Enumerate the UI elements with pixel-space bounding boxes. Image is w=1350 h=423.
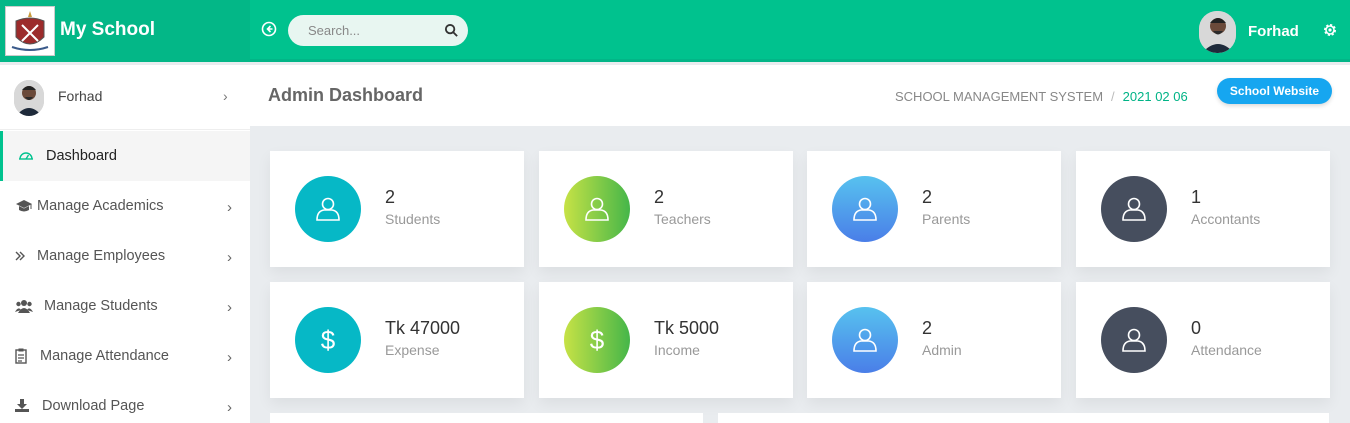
sidebar-user[interactable]: Forhad › xyxy=(0,65,250,130)
breadcrumb-separator: / xyxy=(1111,89,1115,104)
stat-label: Expense xyxy=(385,342,440,358)
stat-value: 2 xyxy=(922,187,933,207)
breadcrumb: SCHOOL MANAGEMENT SYSTEM / 2021 02 06 xyxy=(895,89,1188,104)
sidebar-item-label: Manage Employees xyxy=(37,248,166,264)
stat-icon-circle: $ xyxy=(295,307,361,373)
sidebar-item-label: Dashboard xyxy=(46,148,117,164)
double-chevron-icon xyxy=(15,251,25,261)
sidebar-item-label: Manage Attendance xyxy=(40,348,169,364)
stat-icon-circle xyxy=(832,176,898,242)
bottom-panel-right xyxy=(718,413,1329,423)
sidebar-item-download-page[interactable]: Download Page › xyxy=(0,381,250,423)
graduation-cap-icon xyxy=(16,200,32,212)
chevron-right-icon: › xyxy=(227,299,232,316)
breadcrumb-date: 2021 02 06 xyxy=(1122,89,1188,104)
stat-label: Teachers xyxy=(654,211,711,227)
stat-card-expense[interactable]: $ Tk 47000 Expense xyxy=(270,282,524,398)
search-input[interactable] xyxy=(288,15,438,46)
sidebar-item-manage-academics[interactable]: Manage Academics › xyxy=(0,181,250,231)
stat-icon-circle: $ xyxy=(564,307,630,373)
stat-icon-circle xyxy=(1101,176,1167,242)
avatar[interactable] xyxy=(1199,11,1236,53)
stat-value: 0 xyxy=(1191,318,1202,338)
stat-value: Tk 5000 xyxy=(654,318,720,338)
gear-icon[interactable] xyxy=(1322,22,1338,38)
chevron-right-icon: › xyxy=(227,199,232,216)
stat-icon-circle xyxy=(1101,307,1167,373)
avatar xyxy=(14,80,44,116)
dashboard-gauge-icon xyxy=(19,152,33,160)
chevron-right-icon: › xyxy=(223,88,228,104)
user-icon xyxy=(853,328,877,352)
sidebar-username: Forhad xyxy=(58,88,103,104)
stat-label: Income xyxy=(654,342,700,358)
stat-card-accontants[interactable]: 1 Accontants xyxy=(1076,151,1330,267)
school-crest-logo xyxy=(5,6,55,56)
bottom-panel-left xyxy=(270,413,703,423)
stat-value: 1 xyxy=(1191,187,1202,207)
stat-label: Attendance xyxy=(1191,342,1262,358)
sidebar: Forhad › Dashboard Manage Academics › Ma… xyxy=(0,65,250,423)
stat-card-students[interactable]: 2 Students xyxy=(270,151,524,267)
sidebar-item-label: Manage Students xyxy=(44,298,158,314)
page-header: Admin Dashboard SCHOOL MANAGEMENT SYSTEM… xyxy=(250,65,1350,126)
chevron-right-icon: › xyxy=(227,399,232,416)
stat-label: Admin xyxy=(922,342,962,358)
search-box xyxy=(288,15,468,46)
stat-value: Tk 47000 xyxy=(385,318,461,338)
stat-value: 2 xyxy=(385,187,396,207)
stat-value: 2 xyxy=(922,318,933,338)
page-title: Admin Dashboard xyxy=(268,85,424,105)
stat-label: Parents xyxy=(922,211,971,227)
user-icon xyxy=(585,197,609,221)
user-icon xyxy=(1122,328,1146,352)
users-icon xyxy=(15,300,33,313)
stat-value: 2 xyxy=(654,187,665,207)
stat-card-teachers[interactable]: 2 Teachers xyxy=(539,151,793,267)
sidebar-item-manage-students[interactable]: Manage Students › xyxy=(0,281,250,331)
user-icon xyxy=(853,197,877,221)
chevron-right-icon: › xyxy=(227,349,232,366)
stat-label: Students xyxy=(385,211,441,227)
sidebar-item-dashboard[interactable]: Dashboard xyxy=(0,131,250,181)
breadcrumb-root[interactable]: SCHOOL MANAGEMENT SYSTEM xyxy=(895,89,1103,104)
search-icon[interactable] xyxy=(444,23,459,38)
stat-card-income[interactable]: $ Tk 5000 Income xyxy=(539,282,793,398)
dollar-icon: $ xyxy=(589,325,605,355)
stat-icon-circle xyxy=(564,176,630,242)
stat-card-parents[interactable]: 2 Parents xyxy=(807,151,1061,267)
download-icon xyxy=(15,399,29,412)
user-name[interactable]: Forhad xyxy=(1248,23,1299,40)
top-navbar: My School Forhad xyxy=(0,0,1350,62)
school-website-button[interactable]: School Website xyxy=(1217,78,1332,104)
stat-card-admin[interactable]: 2 Admin xyxy=(807,282,1061,398)
stat-card-attendance[interactable]: 0 Attendance xyxy=(1076,282,1330,398)
chevron-right-icon: › xyxy=(227,249,232,266)
stat-label: Accontants xyxy=(1191,211,1261,227)
collapse-sidebar-icon[interactable] xyxy=(261,21,277,37)
brand[interactable]: My School xyxy=(0,0,250,62)
brand-name: My School xyxy=(60,19,156,40)
stat-icon-circle xyxy=(295,176,361,242)
user-icon xyxy=(1122,197,1146,221)
clipboard-icon xyxy=(15,348,27,364)
user-icon xyxy=(316,197,340,221)
stat-icon-circle xyxy=(832,307,898,373)
sidebar-item-manage-employees[interactable]: Manage Employees › xyxy=(0,231,250,281)
sidebar-item-label: Download Page xyxy=(42,398,145,414)
sidebar-item-label: Manage Academics xyxy=(37,198,164,214)
sidebar-item-manage-attendance[interactable]: Manage Attendance › xyxy=(0,331,250,381)
dollar-icon: $ xyxy=(320,325,336,355)
